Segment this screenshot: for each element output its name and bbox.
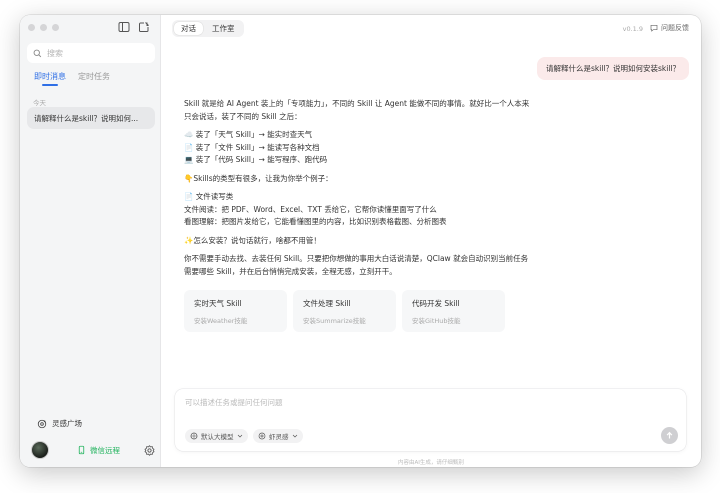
- skill-card-title: 实时天气 Skill: [194, 299, 242, 308]
- wechat-remote-label: 微信远程: [90, 445, 120, 455]
- message-tabs: 即时消息 定时任务: [34, 71, 110, 86]
- answer-section-line: 文件阅读：把 PDF、Word、Excel、TXT 丢给它，它帮你读懂里面写了什…: [184, 204, 437, 214]
- ai-disclaimer: 内容由AI生成，请仔细甄别: [398, 460, 464, 466]
- zoom-window-button[interactable]: [52, 24, 59, 31]
- avatar[interactable]: [31, 441, 49, 459]
- answer-list: ☁️ 装了「天气 Skill」→ 能实时查天气 📄 装了「文件 Skill」→ …: [184, 129, 534, 167]
- sidebar-toggle-icon[interactable]: [118, 21, 130, 33]
- skill-card-subtitle: 安装Summarize技能: [303, 317, 366, 325]
- user-message: 请解释什么是skill？说明如何安装skill？: [536, 57, 689, 80]
- answer-paragraph: Skill 就是给 AI Agent 装上的「专项能力」，不同的 Skill 让…: [184, 99, 530, 121]
- skill-card-weather[interactable]: 实时天气 Skill 安装Weather技能: [184, 290, 287, 332]
- skill-card-subtitle: 安装Weather技能: [194, 317, 248, 325]
- answer-section-title: 📄 文件读写类: [184, 192, 234, 201]
- search-box[interactable]: [27, 43, 155, 63]
- inspiration-plaza-button[interactable]: 灵感广场: [37, 418, 82, 429]
- answer-paragraph: 👇Skills的类型有很多，让我为你举个例子：: [184, 173, 333, 183]
- skill-card-file[interactable]: 文件处理 Skill 安装Summarize技能: [293, 290, 396, 332]
- version-label: v0.1.9: [622, 25, 643, 33]
- inspiration-plaza-label: 灵感广场: [52, 419, 82, 428]
- close-window-button[interactable]: [28, 24, 35, 31]
- feedback-icon: [650, 25, 658, 32]
- chevron-down-icon: [292, 434, 297, 438]
- answer-paragraph: 你不需要手动去找、去装任何 Skill。只要把你想做的事用大白话说清楚，QCla…: [184, 254, 529, 276]
- answer-list-item: 💻 装了「代码 Skill」→ 能写程序、跑代码: [184, 155, 328, 164]
- skill-selector[interactable]: 虾灵感: [253, 429, 303, 443]
- model-icon: [190, 432, 198, 440]
- mode-tabs: 对话 工作室: [172, 20, 244, 37]
- message-composer: 默认大模型 虾灵感: [175, 389, 686, 451]
- minimize-window-button[interactable]: [40, 24, 47, 31]
- tab-scheduled-tasks[interactable]: 定时任务: [78, 71, 110, 86]
- tab-instant-messages[interactable]: 即时消息: [34, 71, 66, 86]
- sidebar-toolbar: [118, 21, 150, 33]
- skill-card-code[interactable]: 代码开发 Skill 安装GitHub技能: [402, 290, 505, 332]
- arrow-up-icon: [666, 431, 673, 439]
- send-button[interactable]: [661, 427, 678, 444]
- skill-card-title: 文件处理 Skill: [303, 299, 351, 308]
- answer-list-item: ☁️ 装了「天气 Skill」→ 能实时查天气: [184, 130, 313, 139]
- message-input[interactable]: [185, 397, 605, 413]
- chevron-down-icon: [237, 434, 242, 438]
- assistant-answer: Skill 就是给 AI Agent 装上的「专项能力」，不同的 Skill 让…: [184, 98, 534, 284]
- chat-panel: 对话 工作室 v0.1.9 问题反馈 请解释什么是skill？说明如何安装ski…: [161, 15, 701, 467]
- skill-suggestions: 实时天气 Skill 安装Weather技能 文件处理 Skill 安装Summ…: [184, 290, 505, 332]
- new-chat-icon[interactable]: [138, 21, 150, 33]
- tab-chat[interactable]: 对话: [174, 22, 203, 35]
- sidebar-footer: 微信远程: [31, 441, 155, 459]
- conversation-item[interactable]: 请解释什么是skill？说明如何...: [27, 107, 155, 129]
- sidebar: 即时消息 定时任务 今天 请解释什么是skill？说明如何... 灵感广场 微信…: [20, 15, 161, 467]
- skill-card-title: 代码开发 Skill: [412, 299, 460, 308]
- answer-section-line: 看图理解：把图片发给它，它能看懂图里的内容，比如识别表格截图、分析图表: [184, 217, 447, 226]
- skill-card-subtitle: 安装GitHub技能: [412, 317, 461, 325]
- tab-studio[interactable]: 工作室: [205, 22, 242, 35]
- answer-section: 📄 文件读写类 文件阅读：把 PDF、Word、Excel、TXT 丢给它，它帮…: [184, 191, 534, 229]
- feedback-label: 问题反馈: [661, 24, 689, 32]
- app-window: 即时消息 定时任务 今天 请解释什么是skill？说明如何... 灵感广场 微信…: [20, 15, 701, 467]
- inspiration-icon: [258, 432, 266, 440]
- inspiration-icon: [37, 419, 47, 428]
- model-selector[interactable]: 默认大模型: [185, 429, 248, 443]
- gear-icon[interactable]: [144, 444, 155, 456]
- date-group-label: 今天: [33, 99, 46, 107]
- skill-label: 虾灵感: [269, 433, 289, 441]
- feedback-button[interactable]: 问题反馈: [650, 23, 689, 33]
- answer-list-item: 📄 装了「文件 Skill」→ 能读写各种文档: [184, 142, 320, 152]
- wechat-remote-button[interactable]: 微信远程: [77, 445, 120, 456]
- search-icon: [33, 49, 42, 57]
- window-controls: [28, 24, 59, 31]
- search-input[interactable]: [47, 48, 147, 58]
- model-label: 默认大模型: [201, 433, 234, 441]
- answer-paragraph: ✨怎么安装？说句话就行，啥都不用管！: [184, 235, 321, 245]
- phone-icon: [78, 445, 85, 455]
